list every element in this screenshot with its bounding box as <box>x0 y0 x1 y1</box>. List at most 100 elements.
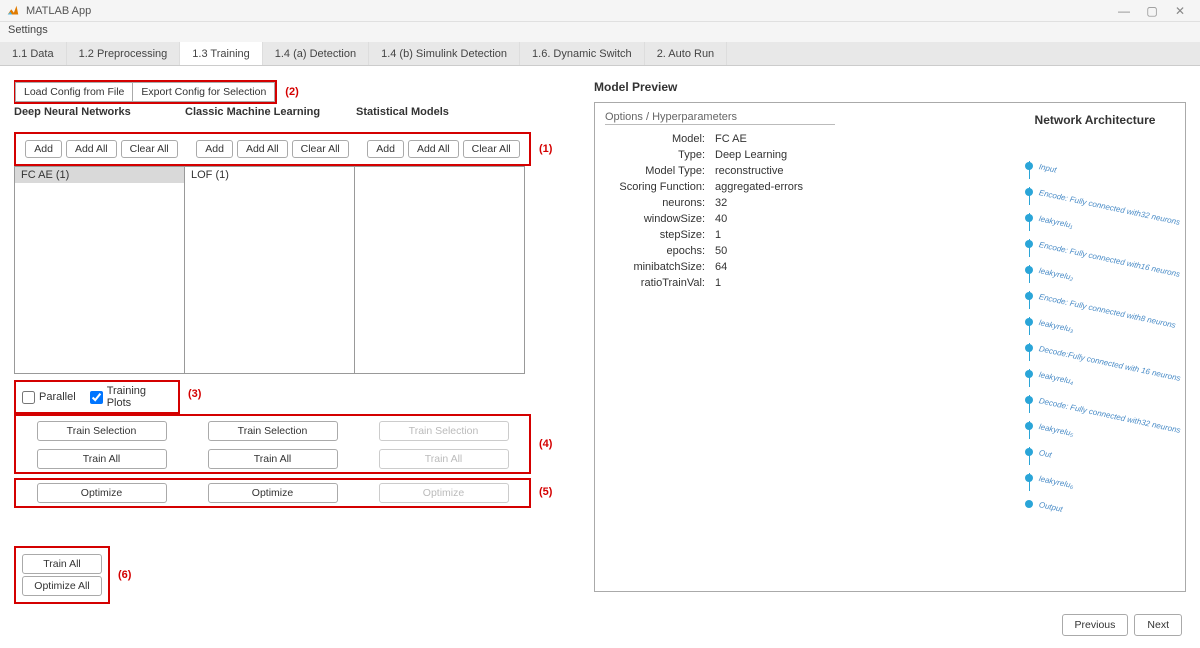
annotation-3: (3) <box>188 388 201 400</box>
addall-button[interactable]: Add All <box>237 140 288 158</box>
tab-1-4-a-detection[interactable]: 1.4 (a) Detection <box>263 42 369 65</box>
minimize-button[interactable]: — <box>1110 4 1138 18</box>
add-button[interactable]: Add <box>25 140 62 158</box>
clearall-button[interactable]: Clear All <box>121 140 178 158</box>
layer-label: leakyrelu₁ <box>1038 214 1074 230</box>
training-plots-checkbox[interactable] <box>90 391 103 404</box>
hyperparams-heading: Options / Hyperparameters <box>605 111 835 125</box>
tab-1-6-dynamic-switch[interactable]: 1.6. Dynamic Switch <box>520 42 645 65</box>
tab-1-2-preprocessing[interactable]: 1.2 Preprocessing <box>67 42 181 65</box>
layer-dot-icon <box>1025 162 1033 170</box>
parallel-checkbox[interactable] <box>22 391 35 404</box>
layer-dot-icon <box>1025 214 1033 222</box>
layer-node: Out <box>1025 439 1184 465</box>
maximize-button[interactable]: ▢ <box>1138 4 1166 18</box>
model-preview-heading: Model Preview <box>594 80 1186 94</box>
layer-node: Decode:Fully connected with 16 neurons <box>1025 335 1184 361</box>
layer-dot-icon <box>1025 188 1033 196</box>
next-button[interactable]: Next <box>1134 614 1182 636</box>
param-key: Model: <box>605 133 715 145</box>
clearall-button[interactable]: Clear All <box>292 140 349 158</box>
annotation-1: (1) <box>539 143 552 155</box>
param-value: 50 <box>715 245 727 257</box>
train-all-global-button[interactable]: Train All <box>22 554 102 574</box>
train-all-button: Train All <box>379 449 509 469</box>
list-item[interactable]: FC AE (1) <box>15 167 184 183</box>
close-button[interactable]: ✕ <box>1166 4 1194 18</box>
addall-button[interactable]: Add All <box>66 140 117 158</box>
export-config-button[interactable]: Export Config for Selection <box>132 82 275 102</box>
param-key: epochs: <box>605 245 715 257</box>
layer-label: leakyrelu₆ <box>1038 474 1074 490</box>
param-value: aggregated-errors <box>715 181 803 193</box>
optimize-button: Optimize <box>379 483 509 503</box>
add-button[interactable]: Add <box>367 140 404 158</box>
load-config-button[interactable]: Load Config from File <box>15 82 133 102</box>
layer-label: Out <box>1038 448 1052 459</box>
column-heading: Classic Machine Learning <box>185 104 356 118</box>
config-button-group: Load Config from File Export Config for … <box>14 80 277 104</box>
tab-bar: 1.1 Data1.2 Preprocessing1.3 Training1.4… <box>0 42 1200 66</box>
tab-2-auto-run[interactable]: 2. Auto Run <box>645 42 728 65</box>
layer-node: Encode: Fully connected with32 neurons <box>1025 179 1184 205</box>
param-key: stepSize: <box>605 229 715 241</box>
train-all-button[interactable]: Train All <box>208 449 338 469</box>
previous-button[interactable]: Previous <box>1062 614 1129 636</box>
parallel-checkbox-label[interactable]: Parallel <box>22 391 76 404</box>
layer-dot-icon <box>1025 370 1033 378</box>
param-value: 40 <box>715 213 727 225</box>
train-sel-button[interactable]: Train Selection <box>37 421 167 441</box>
training-options-group: Parallel Training Plots <box>14 380 180 414</box>
annotation-2: (2) <box>285 86 298 98</box>
layer-dot-icon <box>1025 422 1033 430</box>
train-all-button[interactable]: Train All <box>37 449 167 469</box>
list-item[interactable]: LOF (1) <box>185 167 354 183</box>
param-value: FC AE <box>715 133 747 145</box>
training-plots-checkbox-label[interactable]: Training Plots <box>90 385 172 409</box>
param-value: 1 <box>715 229 721 241</box>
layer-label: Input <box>1038 162 1057 175</box>
add-button[interactable]: Add <box>196 140 233 158</box>
architecture-heading: Network Architecture <box>1025 113 1165 127</box>
layer-node: Input <box>1025 153 1184 179</box>
param-value: 1 <box>715 277 721 289</box>
addall-button[interactable]: Add All <box>408 140 459 158</box>
model-preview-panel: Options / Hyperparameters Model:FC AETyp… <box>594 102 1186 592</box>
layer-label: leakyrelu₃ <box>1038 318 1074 334</box>
add-buttons-group: AddAdd AllClear AllAddAdd AllClear AllAd… <box>14 132 531 166</box>
layer-node: leakyrelu₄ <box>1025 361 1184 387</box>
model-list[interactable]: LOF (1) <box>184 166 355 374</box>
clearall-button[interactable]: Clear All <box>463 140 520 158</box>
layer-dot-icon <box>1025 500 1033 508</box>
layer-node: leakyrelu₅ <box>1025 413 1184 439</box>
model-list[interactable]: FC AE (1) <box>14 166 185 374</box>
layer-label: leakyrelu₂ <box>1038 266 1074 282</box>
matlab-logo-icon <box>6 4 20 18</box>
param-value: 64 <box>715 261 727 273</box>
layer-label: Output <box>1038 500 1063 514</box>
optimize-all-global-button[interactable]: Optimize All <box>22 576 102 596</box>
title-bar: MATLAB App — ▢ ✕ <box>0 0 1200 22</box>
window-title: MATLAB App <box>26 5 1110 17</box>
model-list[interactable] <box>354 166 525 374</box>
optimize-buttons-group: Optimize Optimize Optimize <box>14 478 531 508</box>
param-key: ratioTrainVal: <box>605 277 715 289</box>
optimize-button[interactable]: Optimize <box>208 483 338 503</box>
column-heading: Deep Neural Networks <box>14 104 185 118</box>
train-sel-button: Train Selection <box>379 421 509 441</box>
menu-settings[interactable]: Settings <box>8 24 48 36</box>
tab-1-4-b-simulink-detection[interactable]: 1.4 (b) Simulink Detection <box>369 42 520 65</box>
train-sel-button[interactable]: Train Selection <box>208 421 338 441</box>
optimize-button[interactable]: Optimize <box>37 483 167 503</box>
layer-node: leakyrelu₂ <box>1025 257 1184 283</box>
param-key: Model Type: <box>605 165 715 177</box>
layer-node: leakyrelu₃ <box>1025 309 1184 335</box>
tab-1-1-data[interactable]: 1.1 Data <box>0 42 67 65</box>
network-architecture-diagram: Input Encode: Fully connected with32 neur… <box>1025 153 1184 517</box>
global-actions-group: Train All Optimize All <box>14 546 110 604</box>
layer-label: leakyrelu₄ <box>1038 370 1074 386</box>
footer-nav: Previous Next <box>1062 614 1182 636</box>
param-value: reconstructive <box>715 165 783 177</box>
tab-1-3-training[interactable]: 1.3 Training <box>180 42 262 65</box>
annotation-6: (6) <box>118 569 131 581</box>
